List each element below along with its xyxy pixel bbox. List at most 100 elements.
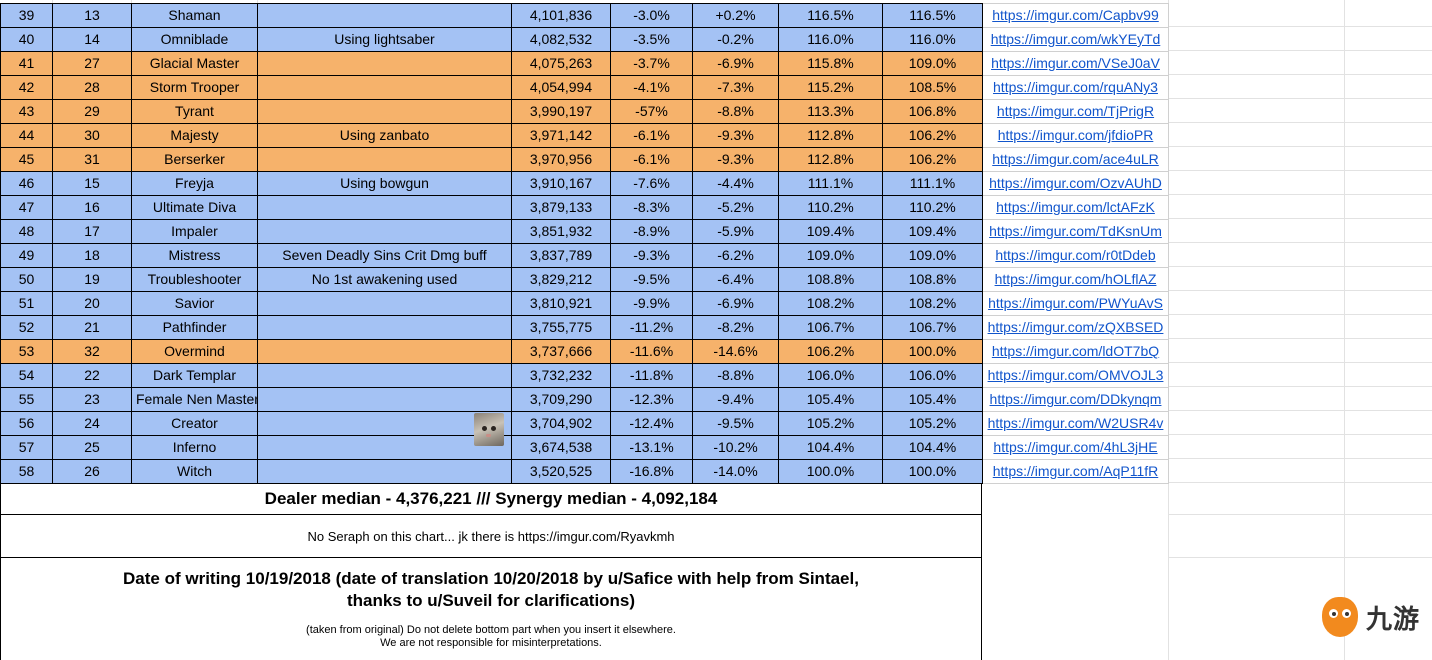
table-row: 45 31 Berserker 3,970,956 -6.1% -9.3% 112.8% 10…: [0, 147, 1169, 172]
class-number-cell: 25: [52, 435, 132, 460]
diff-2-cell: -5.9%: [692, 219, 779, 244]
screenshot-link[interactable]: https://imgur.com/4hL3jHE: [993, 439, 1157, 455]
screenshot-link[interactable]: https://imgur.com/W2USR4v: [988, 415, 1164, 431]
ratio-2-cell: 111.1%: [882, 171, 983, 196]
grid-line: [1168, 218, 1432, 219]
diff-1-cell: -9.5%: [610, 267, 693, 292]
diff-2-cell: -6.4%: [692, 267, 779, 292]
screenshot-link-cell: https://imgur.com/OzvAUhD: [982, 171, 1169, 196]
screenshot-link[interactable]: https://imgur.com/r0tDdeb: [995, 247, 1155, 263]
screenshot-link[interactable]: https://imgur.com/jfdioPR: [998, 127, 1154, 143]
grid-line: [1168, 338, 1432, 339]
screenshot-link[interactable]: https://imgur.com/TdKsnUm: [989, 223, 1162, 239]
ratio-1-cell: 109.0%: [778, 243, 883, 268]
class-number-cell: 20: [52, 291, 132, 316]
screenshot-link[interactable]: https://imgur.com/wkYEyTd: [991, 31, 1161, 47]
screenshot-link[interactable]: https://imgur.com/Capbv99: [992, 7, 1159, 23]
screenshot-link-cell: https://imgur.com/DDkynqm: [982, 387, 1169, 412]
diff-1-cell: -9.9%: [610, 291, 693, 316]
median-summary: Dealer median - 4,376,221 /// Synergy me…: [0, 483, 982, 515]
screenshot-link-cell: https://imgur.com/ldOT7bQ: [982, 339, 1169, 364]
diff-1-cell: -9.3%: [610, 243, 693, 268]
rank-cell: 45: [0, 147, 53, 172]
ratio-1-cell: 105.2%: [778, 411, 883, 436]
note-cell: [257, 363, 512, 388]
screenshot-link[interactable]: https://imgur.com/VSeJ0aV: [991, 55, 1160, 71]
diff-2-cell: +0.2%: [692, 3, 779, 28]
diff-2-cell: -9.3%: [692, 147, 779, 172]
table-row: 50 19 Troubleshooter No 1st awakening used 3…: [0, 267, 1169, 292]
table-row: 57 25 Inferno 3,674,538 -13.1% -10.2% 104.4% 10…: [0, 435, 1169, 460]
screenshot-link-cell: https://imgur.com/VSeJ0aV: [982, 51, 1169, 76]
screenshot-link[interactable]: https://imgur.com/DDkynqm: [990, 391, 1162, 407]
ratio-1-cell: 112.8%: [778, 123, 883, 148]
diff-2-cell: -14.0%: [692, 459, 779, 484]
ratio-2-cell: 110.2%: [882, 195, 983, 220]
screenshot-link[interactable]: https://imgur.com/AqP11fR: [993, 463, 1158, 479]
screenshot-link[interactable]: https://imgur.com/PWYuAvS: [988, 295, 1163, 311]
screenshot-link[interactable]: https://imgur.com/rquANy3: [993, 79, 1158, 95]
note-cell: [257, 99, 512, 124]
rank-cell: 50: [0, 267, 53, 292]
screenshot-link[interactable]: https://imgur.com/ace4uLR: [992, 151, 1159, 167]
diff-1-cell: -16.8%: [610, 459, 693, 484]
ratio-2-cell: 116.0%: [882, 27, 983, 52]
screenshot-link[interactable]: https://imgur.com/lctAFzK: [996, 199, 1155, 215]
score-cell: 4,082,532: [511, 27, 611, 52]
score-cell: 3,851,932: [511, 219, 611, 244]
grid-line: [1168, 98, 1432, 99]
table-row: 41 27 Glacial Master 4,075,263 -3.7% -6.9% 115…: [0, 51, 1169, 76]
screenshot-link[interactable]: https://imgur.com/hOLflAZ: [995, 271, 1157, 287]
screenshot-link-cell: https://imgur.com/wkYEyTd: [982, 27, 1169, 52]
note-cell: [257, 75, 512, 100]
screenshot-link[interactable]: https://imgur.com/zQXBSED: [988, 319, 1164, 335]
class-name-cell: Berserker: [131, 147, 258, 172]
screenshot-link[interactable]: https://imgur.com/OzvAUhD: [989, 175, 1162, 191]
diff-2-cell: -10.2%: [692, 435, 779, 460]
score-cell: 4,075,263: [511, 51, 611, 76]
diff-1-cell: -11.6%: [610, 339, 693, 364]
diff-1-cell: -12.4%: [610, 411, 693, 436]
table-row: 42 28 Storm Trooper 4,054,994 -4.1% -7.3% 115.…: [0, 75, 1169, 100]
ratio-1-cell: 116.5%: [778, 3, 883, 28]
table-row: 53 32 Overmind 3,737,666 -11.6% -14.6% 106.2% 1…: [0, 339, 1169, 364]
table-row: 44 30 Majesty Using zanbato 3,971,142 -6.1% -9…: [0, 123, 1169, 148]
watermark-text: 九游: [1366, 603, 1421, 634]
ratio-2-cell: 106.0%: [882, 363, 983, 388]
screenshot-link[interactable]: https://imgur.com/OMVOJL3: [988, 367, 1164, 383]
rank-cell: 48: [0, 219, 53, 244]
grid-line: [1168, 458, 1432, 459]
note-cell: Using lightsaber: [257, 27, 512, 52]
diff-2-cell: -7.3%: [692, 75, 779, 100]
rank-cell: 43: [0, 99, 53, 124]
table-row: 52 21 Pathfinder 3,755,775 -11.2% -8.2% 106.7%…: [0, 315, 1169, 340]
ratio-1-cell: 104.4%: [778, 435, 883, 460]
class-name-cell: Tyrant: [131, 99, 258, 124]
class-name-cell: Mistress: [131, 243, 258, 268]
diff-1-cell: -6.1%: [610, 147, 693, 172]
class-number-cell: 26: [52, 459, 132, 484]
mascot-icon: [1320, 595, 1360, 639]
screenshot-link[interactable]: https://imgur.com/ldOT7bQ: [992, 343, 1159, 359]
diff-2-cell: -8.8%: [692, 99, 779, 124]
score-cell: 3,674,538: [511, 435, 611, 460]
note-cell: [257, 459, 512, 484]
class-number-cell: 23: [52, 387, 132, 412]
screenshot-link[interactable]: https://imgur.com/TjPrigR: [997, 103, 1154, 119]
date-line-1: Date of writing 10/19/2018 (date of tran…: [123, 569, 859, 588]
ratio-1-cell: 109.4%: [778, 219, 883, 244]
grid-line: [1168, 362, 1432, 363]
class-name-cell: Majesty: [131, 123, 258, 148]
ratio-1-cell: 112.8%: [778, 147, 883, 172]
screenshot-link-cell: https://imgur.com/rquANy3: [982, 75, 1169, 100]
diff-2-cell: -8.8%: [692, 363, 779, 388]
ratio-2-cell: 109.0%: [882, 243, 983, 268]
table-row: 58 26 Witch 3,520,525 -16.8% -14.0% 100.0% 100.…: [0, 459, 1169, 484]
table-row: 55 23 Female Nen Master 3,709,290 -12.3% -9.4…: [0, 387, 1169, 412]
ratio-1-cell: 113.3%: [778, 99, 883, 124]
ratio-2-cell: 108.2%: [882, 291, 983, 316]
note-cell: [257, 147, 512, 172]
screenshot-link-cell: https://imgur.com/PWYuAvS: [982, 291, 1169, 316]
rank-cell: 54: [0, 363, 53, 388]
ranking-table: 39 13 Shaman 4,101,836 -3.0% +0.2% 116.5% 116.5…: [0, 3, 1169, 484]
